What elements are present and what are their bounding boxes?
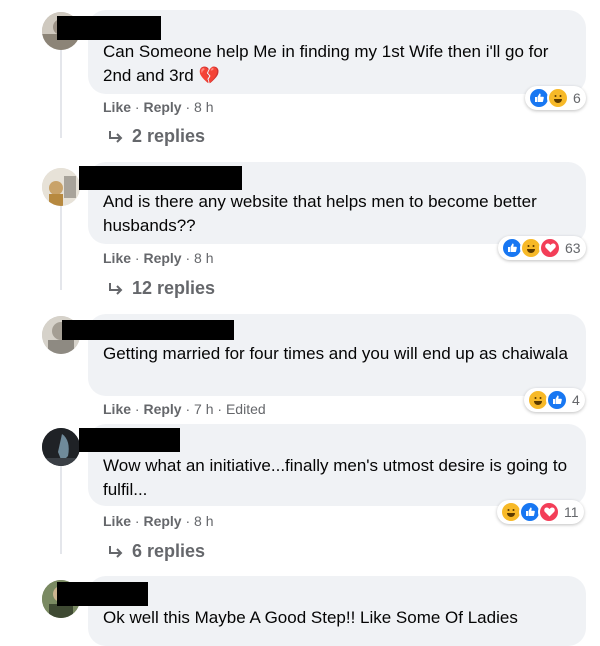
reply-arrow-icon <box>109 545 123 558</box>
comment-bubble: Getting married for four times and you w… <box>62 314 586 396</box>
timestamp[interactable]: 8 h <box>194 250 213 266</box>
like-reaction-icon <box>546 389 568 411</box>
broken-heart-emoji: 💔 <box>198 66 220 85</box>
like-link[interactable]: Like <box>103 250 131 266</box>
redacted-name <box>57 16 161 40</box>
comment-actions: Like · Reply · 8 h <box>103 99 214 115</box>
avatar-image <box>42 168 80 206</box>
reply-arrow-icon <box>109 130 123 143</box>
comment-bubble: Ok well this Maybe A Good Step!! Like So… <box>57 576 586 646</box>
redacted-name <box>62 320 234 340</box>
redacted-name <box>57 582 148 606</box>
like-link[interactable]: Like <box>103 513 131 529</box>
redacted-name <box>79 166 242 190</box>
like-link[interactable]: Like <box>103 401 131 417</box>
reaction-summary[interactable]: 11 <box>497 500 584 524</box>
reply-link[interactable]: Reply <box>143 513 181 529</box>
haha-reaction-icon <box>547 87 569 109</box>
separator: · <box>134 99 140 115</box>
avatar[interactable] <box>42 168 80 206</box>
separator: · <box>134 250 140 266</box>
separator: · <box>185 99 191 115</box>
thread-line <box>60 466 62 554</box>
timestamp[interactable]: 7 h <box>194 401 213 417</box>
reply-arrow-icon <box>109 282 123 295</box>
thread-line <box>60 48 62 138</box>
timestamp[interactable]: 8 h <box>194 513 213 529</box>
comment-text: Getting married for four times and you w… <box>103 344 568 363</box>
reply-link[interactable]: Reply <box>143 401 181 417</box>
comment-actions: Like · Reply · 8 h <box>103 250 214 266</box>
comment-text: Can Someone help Me in finding my 1st Wi… <box>103 42 549 85</box>
reaction-summary[interactable]: 63 <box>498 236 586 260</box>
separator: · <box>217 401 223 417</box>
separator: · <box>134 513 140 529</box>
view-replies-link[interactable]: 2 replies <box>108 126 205 147</box>
thread-line <box>60 206 62 290</box>
separator: · <box>185 401 191 417</box>
reply-link[interactable]: Reply <box>143 99 181 115</box>
comment-text: And is there any website that helps men … <box>103 192 537 235</box>
love-reaction-icon <box>538 501 560 523</box>
reaction-count: 11 <box>564 504 579 520</box>
comment-bubble: And is there any website that helps men … <box>79 162 586 244</box>
avatar-image <box>42 428 80 466</box>
separator: · <box>134 401 140 417</box>
comment-text: Wow what an initiative...finally men's u… <box>103 456 568 499</box>
avatar[interactable] <box>42 428 80 466</box>
comment-actions: Like · Reply · 7 h · Edited <box>103 401 266 417</box>
view-replies-link[interactable]: 12 replies <box>108 278 215 299</box>
comment-text: Ok well this Maybe A Good Step!! Like So… <box>103 608 518 627</box>
reaction-count: 6 <box>573 90 581 106</box>
like-link[interactable]: Like <box>103 99 131 115</box>
redacted-name <box>79 428 180 452</box>
love-reaction-icon <box>539 237 561 259</box>
view-replies-link[interactable]: 6 replies <box>108 541 205 562</box>
comment-bubble: Can Someone help Me in finding my 1st Wi… <box>57 10 586 94</box>
comment-bubble: Wow what an initiative...finally men's u… <box>79 424 586 506</box>
timestamp[interactable]: 8 h <box>194 99 213 115</box>
comment-actions: Like · Reply · 8 h <box>103 513 214 529</box>
reaction-count: 4 <box>572 392 580 408</box>
separator: · <box>185 250 191 266</box>
separator: · <box>185 513 191 529</box>
edited-label: Edited <box>225 401 266 417</box>
reaction-count: 63 <box>565 240 581 256</box>
reaction-summary[interactable]: 6 <box>525 86 586 110</box>
reaction-summary[interactable]: 4 <box>524 388 585 412</box>
reply-link[interactable]: Reply <box>143 250 181 266</box>
